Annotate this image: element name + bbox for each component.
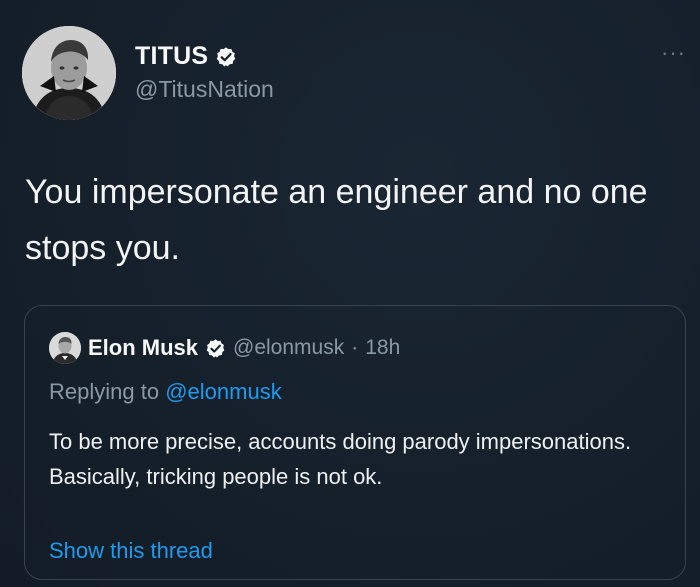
quoted-tweet-text: To be more precise, accounts doing parod…	[49, 429, 632, 489]
replying-to-mention-link[interactable]: @elonmusk	[165, 379, 282, 404]
quoted-meta-separator: ·	[351, 336, 359, 359]
quoted-tweet[interactable]: Elon Musk @elonmusk · 18h Replying to @e…	[24, 305, 686, 580]
replying-to-label: Replying to	[49, 379, 160, 404]
quoted-avatar-portrait-icon	[49, 332, 81, 364]
replying-to-line: Replying to @elonmusk	[49, 379, 282, 405]
more-options-icon[interactable]: ···	[661, 40, 686, 66]
quoted-timestamp[interactable]: 18h	[365, 336, 400, 360]
author-handle[interactable]: @TitusNation	[135, 76, 274, 103]
tweet-text: You impersonate an engineer and no one s…	[25, 173, 648, 267]
quoted-verified-badge-icon	[206, 338, 225, 358]
show-this-thread-link[interactable]: Show this thread	[49, 538, 213, 564]
quoted-author-name[interactable]: Elon Musk	[88, 335, 198, 361]
verified-badge-icon	[216, 46, 236, 66]
author-avatar[interactable]	[22, 26, 116, 120]
quoted-author-avatar[interactable]	[49, 332, 81, 364]
quoted-author-handle[interactable]: @elonmusk	[233, 336, 344, 360]
quoted-tweet-header: Elon Musk @elonmusk · 18h	[49, 332, 400, 364]
tweet-card: TITUS @TitusNation ··· You impersonate a…	[0, 0, 700, 587]
avatar-portrait-icon	[22, 26, 116, 120]
author-name-row: TITUS	[135, 42, 237, 71]
author-display-name[interactable]: TITUS	[135, 42, 208, 71]
